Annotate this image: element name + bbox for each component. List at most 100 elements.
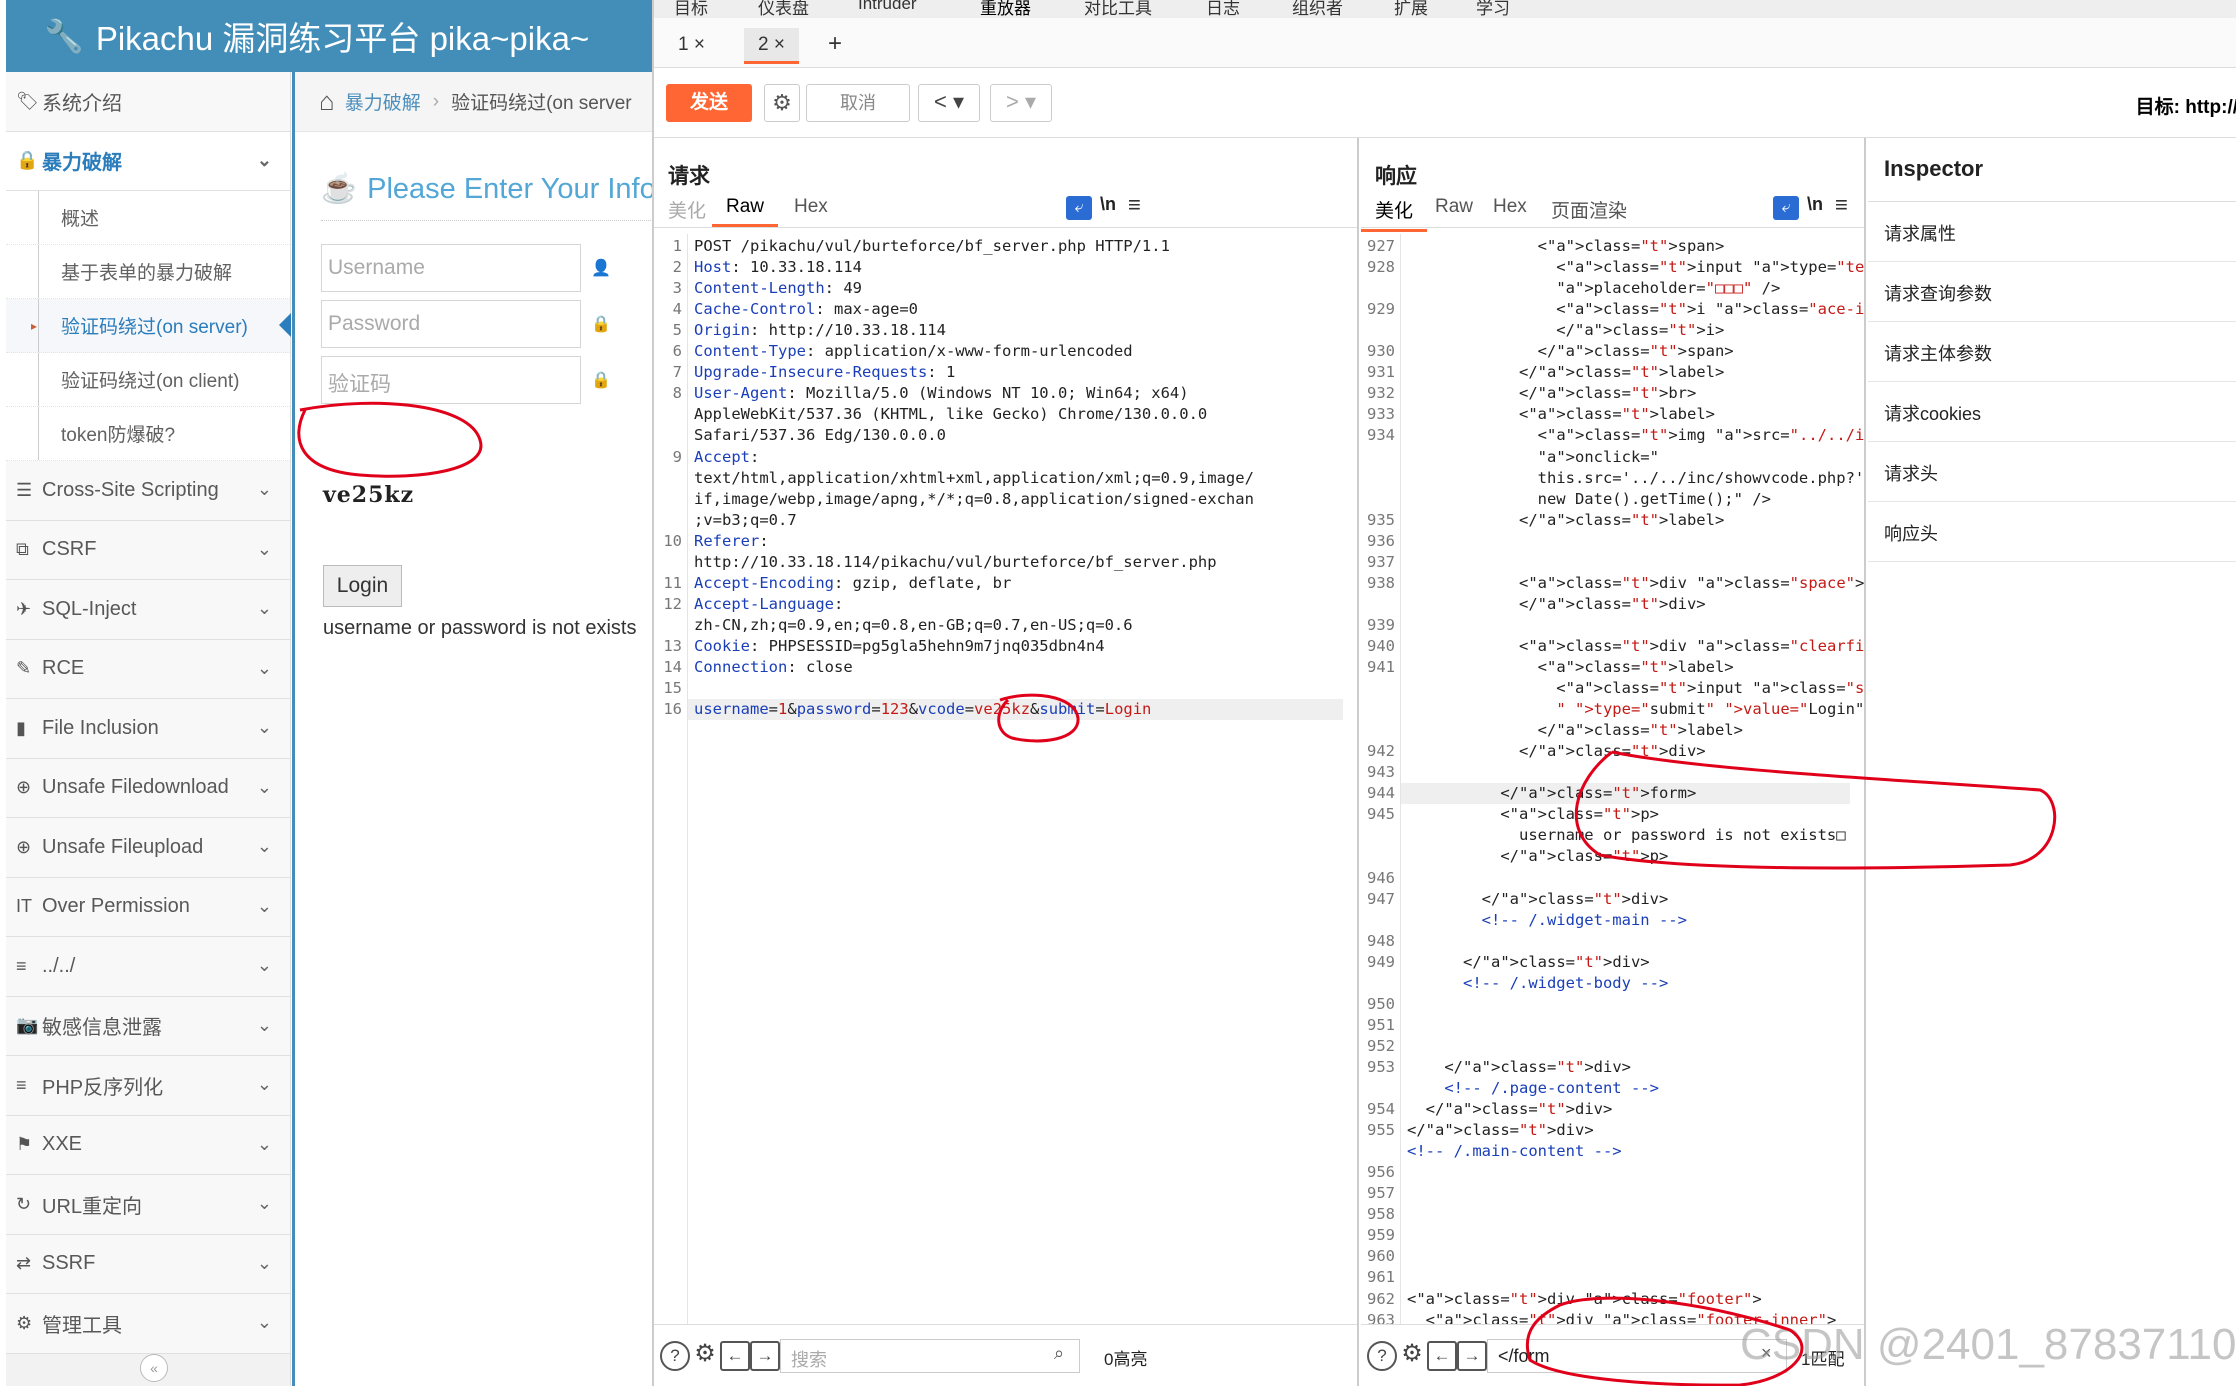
sidebar-item-admin-tools[interactable]: ⚙ 管理工具 ⌄ — [6, 1294, 290, 1354]
settings-gear-icon[interactable]: ⚙ — [1397, 1341, 1427, 1371]
inspector-response-headers[interactable]: 响应头 — [1868, 502, 2236, 562]
submenu-item-form-bruteforce[interactable]: 基于表单的暴力破解 — [6, 245, 290, 299]
sidebar-item-file-inclusion[interactable]: ▮ File Inclusion ⌄ — [6, 699, 290, 759]
repeater-tab-1[interactable]: 1 × — [664, 28, 719, 64]
response-tab-pretty[interactable]: 美化 — [1361, 196, 1428, 232]
request-editor[interactable]: 1 POST /pikachu/vul/burteforce/bf_server.… — [654, 234, 1357, 1324]
download-icon: ⊕ — [16, 777, 32, 798]
sidebar-item-intro[interactable]: 🏷 系统介绍 — [6, 72, 290, 132]
chevron-down-icon: ⌄ — [256, 1074, 272, 1094]
line-number: 932 — [1367, 384, 1395, 403]
line-number: 943 — [1367, 763, 1395, 782]
request-tab-pretty[interactable]: 美化 — [654, 196, 720, 229]
submenu-item-token[interactable]: token防爆破? — [6, 407, 290, 461]
next-match-icon[interactable]: → — [750, 1341, 780, 1371]
breadcrumb-link[interactable]: 暴力破解 — [345, 88, 421, 115]
menu-icon[interactable]: ≡ — [1128, 192, 1141, 218]
inspector-cookies[interactable]: 请求cookies — [1868, 382, 2236, 442]
settings-gear-icon[interactable]: ⚙ — [764, 84, 800, 122]
line-number: 14 — [663, 658, 682, 676]
history-forward-button[interactable]: > ▾ — [990, 84, 1052, 122]
coffee-icon: ☕ — [321, 173, 358, 205]
menu-dashboard[interactable]: 仪表盘 — [758, 0, 809, 18]
form-title: ☕ Please Enter Your Infor — [321, 173, 652, 205]
cancel-button[interactable]: 取消 — [806, 84, 910, 122]
inspector-query-params[interactable]: 请求查询参数 — [1868, 262, 2236, 322]
code-line: Connection: close — [694, 658, 853, 676]
submenu-item-vcode-client[interactable]: 验证码绕过(on client) — [6, 353, 290, 407]
home-icon[interactable]: ⌂ — [319, 86, 335, 117]
response-tab-raw[interactable]: Raw — [1421, 196, 1487, 224]
newline-toggle-icon[interactable]: \n — [1807, 194, 1823, 215]
vcode-input[interactable]: 验证码 — [321, 356, 581, 404]
help-icon[interactable]: ? — [660, 1341, 690, 1371]
prev-match-icon[interactable]: ← — [1427, 1341, 1457, 1371]
response-tab-render[interactable]: 页面渲染 — [1537, 196, 1641, 229]
wrap-lines-icon[interactable]: ⤶ — [1066, 196, 1092, 220]
repeater-toolbar: 发送 ⚙ 取消 < ▾ > ▾ 目标: http:// — [654, 68, 2236, 138]
username-input[interactable]: Username — [321, 244, 581, 292]
menu-intruder[interactable]: Intruder — [858, 0, 917, 14]
code-line: <"a">class="t">div "a">class="space"> — [1407, 573, 1864, 592]
inspector-request-headers[interactable]: 请求头 — [1868, 442, 2236, 502]
menu-icon[interactable]: ≡ — [1835, 192, 1848, 218]
menu-target[interactable]: 目标 — [674, 0, 708, 18]
sidebar-item-fileupload[interactable]: ⊕ Unsafe Fileupload ⌄ — [6, 818, 290, 878]
flag-icon: ⚑ — [16, 1134, 33, 1155]
code-line: Host: 10.33.18.114 — [694, 258, 862, 277]
inspector-request-attributes[interactable]: 请求属性 — [1868, 202, 2236, 262]
sidebar-item-rce[interactable]: ✎ RCE ⌄ — [6, 639, 290, 699]
plane-icon: ✈ — [16, 598, 32, 619]
code-line: <!-- /.main-content --> — [1407, 1142, 1622, 1161]
send-button[interactable]: 发送 — [666, 84, 752, 122]
sidebar-item-bruteforce[interactable]: 🔒 暴力破解 ⌄ — [6, 131, 290, 191]
sidebar-item-url-redirect[interactable]: ↻ URL重定向 ⌄ — [6, 1175, 290, 1235]
highlight-count: 0高亮 — [1104, 1350, 1148, 1369]
submenu-item-vcode-server[interactable]: ▸ 验证码绕过(on server) — [6, 299, 291, 353]
history-back-button[interactable]: < ▾ — [918, 84, 980, 122]
response-tabs: 美化 Raw Hex 页面渲染 ⤶ \n ≡ — [1361, 192, 1864, 232]
prev-match-icon[interactable]: ← — [720, 1341, 750, 1371]
repeater-tab-2[interactable]: 2 × — [744, 28, 799, 64]
inspector-body-params[interactable]: 请求主体参数 — [1868, 322, 2236, 382]
sidebar-collapse-button[interactable]: « — [140, 1354, 168, 1382]
menu-learn[interactable]: 学习 — [1476, 0, 1510, 18]
request-tab-hex[interactable]: Hex — [780, 196, 842, 224]
login-button[interactable]: Login — [323, 565, 402, 607]
sidebar-item-sqli[interactable]: ✈ SQL-Inject ⌄ — [6, 580, 290, 640]
request-tab-raw[interactable]: Raw — [712, 196, 779, 227]
code-line: if,image/webp,image/apng,*/*;q=0.8,appli… — [694, 489, 1254, 508]
sidebar-item-csrf[interactable]: ⧉ CSRF ⌄ — [6, 520, 290, 580]
sidebar-item-filedownload[interactable]: ⊕ Unsafe Filedownload ⌄ — [6, 758, 290, 818]
gear-icon: ⚙ — [16, 1312, 33, 1333]
line-number: 938 — [1367, 573, 1395, 592]
response-tab-hex[interactable]: Hex — [1479, 196, 1541, 224]
target-label[interactable]: 目标: http:// — [2136, 92, 2236, 119]
sidebar-item-info-leak[interactable]: 📷 敏感信息泄露 ⌄ — [6, 996, 290, 1056]
newline-toggle-icon[interactable]: \n — [1100, 194, 1116, 215]
menu-extensions[interactable]: 扩展 — [1394, 0, 1428, 18]
response-editor[interactable]: 927 <"a">class="t">span> 928 <"a">class="… — [1361, 234, 1864, 1324]
sidebar-item-over-permission[interactable]: IT Over Permission ⌄ — [6, 877, 290, 937]
menu-logger[interactable]: 日志 — [1206, 0, 1240, 18]
line-number: 7 — [672, 363, 682, 382]
lock-icon: 🔒 — [16, 150, 39, 171]
password-input[interactable]: Password — [321, 300, 581, 348]
request-search-input[interactable]: 搜索 — [780, 1339, 1080, 1373]
settings-gear-icon[interactable]: ⚙ — [690, 1341, 720, 1371]
wrap-lines-icon[interactable]: ⤶ — [1773, 196, 1799, 220]
help-icon[interactable]: ? — [1367, 1341, 1397, 1371]
sidebar-item-php-unserialize[interactable]: ≡ PHP反序列化 ⌄ — [6, 1056, 290, 1116]
sidebar-item-dir-traversal[interactable]: ≡ ../../⌄ — [6, 937, 290, 997]
menu-organizer[interactable]: 组织者 — [1292, 0, 1343, 18]
add-tab-button[interactable]: + — [814, 28, 856, 64]
code-line: username=1&password=123&vcode=ve25kz&sub… — [694, 700, 1152, 719]
sidebar-item-xxe[interactable]: ⚑ XXE ⌄ — [6, 1115, 290, 1175]
sidebar-item-xss[interactable]: ☰ Cross-Site Scripting ⌄ — [6, 461, 290, 521]
next-match-icon[interactable]: → — [1457, 1341, 1487, 1371]
menu-comparer[interactable]: 对比工具 — [1084, 0, 1152, 18]
captcha-image[interactable]: ve25kz — [323, 482, 443, 520]
submenu-item-overview[interactable]: 概述 — [6, 191, 290, 245]
sidebar-item-ssrf[interactable]: ⇄ SSRF ⌄ — [6, 1234, 290, 1294]
menu-repeater[interactable]: 重放器 — [980, 0, 1031, 18]
